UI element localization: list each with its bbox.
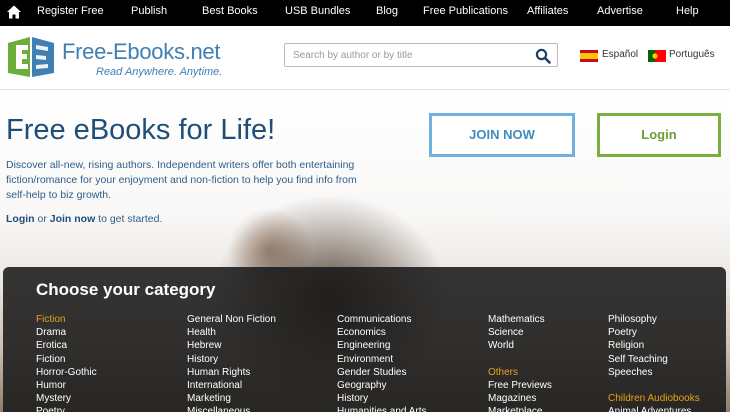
category-link[interactable]: Poetry — [608, 326, 700, 339]
category-link[interactable]: Speeches — [608, 366, 700, 379]
category-column-4: Mathematics Science World Others Free Previ… — [488, 313, 552, 412]
category-link[interactable]: Communications — [337, 313, 427, 326]
category-link[interactable]: World — [488, 339, 552, 352]
category-spacer — [488, 353, 552, 366]
category-link[interactable]: Marketplace — [488, 405, 552, 412]
category-column-2: General Non Fiction Health Hebrew History Hu… — [187, 313, 276, 412]
category-link[interactable]: Environment — [337, 353, 427, 366]
category-link[interactable]: Engineering — [337, 339, 427, 352]
category-link[interactable]: International — [187, 379, 276, 392]
category-link[interactable]: History — [187, 353, 276, 366]
category-link[interactable]: Human Rights — [187, 366, 276, 379]
category-link[interactable]: Animal Adventures — [608, 405, 700, 412]
category-spacer — [608, 379, 700, 392]
hero-title: Free eBooks for Life! — [6, 114, 276, 146]
category-panel: Choose your category Fiction Drama Erotica… — [3, 267, 726, 412]
search-box[interactable] — [284, 43, 558, 67]
cta-or-text: or — [34, 213, 50, 225]
home-icon[interactable] — [6, 4, 22, 20]
category-heading: Choose your category — [36, 280, 216, 299]
category-link[interactable]: Free Previews — [488, 379, 552, 392]
category-link[interactable]: Economics — [337, 326, 427, 339]
cta-join-link[interactable]: Join now — [50, 213, 96, 225]
category-link[interactable]: Science — [488, 326, 552, 339]
search-icon[interactable] — [535, 48, 551, 64]
nav-publish[interactable]: Publish — [131, 5, 167, 17]
category-link[interactable]: Fiction — [36, 353, 97, 366]
cta-login-link[interactable]: Login — [6, 213, 35, 225]
category-link[interactable]: Miscellaneous — [187, 405, 276, 412]
hero-section: Free eBooks for Life! Discover all-new, … — [0, 90, 730, 412]
category-link[interactable]: Mystery — [36, 392, 97, 405]
top-nav-bar: Register Free Publish Best Books USB Bun… — [0, 0, 730, 26]
category-group-heading: Children Audiobooks — [608, 393, 700, 405]
hero-cta-text: Login or Join now to get started. — [6, 213, 162, 225]
category-column-3: Communications Economics Engineering Enviro… — [337, 313, 427, 412]
category-link[interactable]: Humanities and Arts — [337, 405, 427, 412]
category-link[interactable]: Religion — [608, 339, 700, 352]
logo-icon[interactable] — [6, 35, 56, 79]
nav-advertise[interactable]: Advertise — [597, 5, 643, 17]
nav-register-free[interactable]: Register Free — [37, 5, 104, 17]
portugal-flag-icon[interactable] — [648, 50, 666, 62]
nav-best-books[interactable]: Best Books — [202, 5, 258, 17]
category-link[interactable]: General Non Fiction — [187, 313, 276, 326]
login-button[interactable]: Login — [597, 113, 721, 157]
logo-tagline: Read Anywhere. Anytime. — [96, 66, 223, 78]
category-link[interactable]: History — [337, 392, 427, 405]
category-link[interactable]: Health — [187, 326, 276, 339]
category-link[interactable]: Magazines — [488, 392, 552, 405]
hero-description: Discover all-new, rising authors. Indepe… — [6, 159, 357, 201]
nav-blog[interactable]: Blog — [376, 5, 398, 17]
category-link[interactable]: Self Teaching — [608, 353, 700, 366]
category-link[interactable]: Erotica — [36, 339, 97, 352]
category-link[interactable]: Hebrew — [187, 339, 276, 352]
nav-free-publications[interactable]: Free Publications — [423, 5, 508, 17]
category-link[interactable]: Horror-Gothic — [36, 366, 97, 379]
category-column-5: Philosophy Poetry Religion Self Teaching Spe… — [608, 313, 700, 412]
category-column-1: Fiction Drama Erotica Fiction Horror-Gothic H… — [36, 313, 97, 412]
nav-help[interactable]: Help — [676, 5, 699, 17]
category-link[interactable]: Drama — [36, 326, 97, 339]
join-now-button[interactable]: JOIN NOW — [429, 113, 575, 157]
search-input[interactable] — [293, 47, 523, 63]
spain-flag-icon[interactable] — [580, 50, 598, 62]
category-link[interactable]: Marketing — [187, 392, 276, 405]
cta-rest-text: to get started. — [95, 213, 163, 225]
category-link[interactable]: Poetry — [36, 405, 97, 412]
nav-usb-bundles[interactable]: USB Bundles — [285, 5, 350, 17]
nav-affiliates[interactable]: Affiliates — [527, 5, 568, 17]
logo-text[interactable]: Free-Ebooks.net — [62, 39, 220, 65]
category-link[interactable]: Humor — [36, 379, 97, 392]
category-link[interactable]: Geography — [337, 379, 427, 392]
category-link[interactable]: Mathematics — [488, 313, 552, 326]
category-group-heading: Others — [488, 366, 519, 378]
language-spanish[interactable]: Español — [602, 49, 638, 60]
site-header: Free-Ebooks.net Read Anywhere. Anytime. … — [0, 26, 730, 90]
language-portuguese[interactable]: Português — [669, 49, 715, 60]
category-group-heading: Fiction — [36, 314, 66, 325]
category-link[interactable]: Gender Studies — [337, 366, 427, 379]
category-link[interactable]: Philosophy — [608, 313, 700, 326]
